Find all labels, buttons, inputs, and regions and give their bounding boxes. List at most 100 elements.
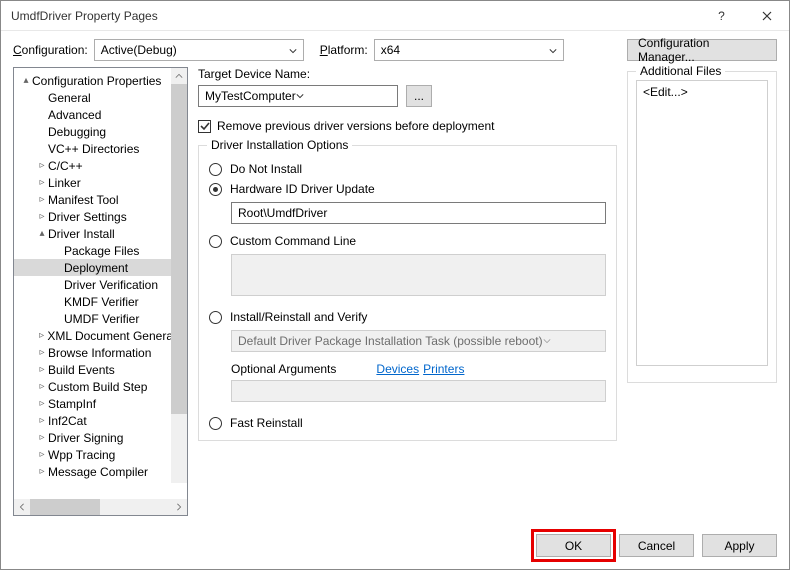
expand-icon[interactable]: ▹ xyxy=(36,381,48,392)
tree-item-driver-install[interactable]: ▴Driver Install xyxy=(14,225,187,242)
tree-item-browse-information[interactable]: ▹Browse Information xyxy=(14,344,187,361)
help-button[interactable]: ? xyxy=(699,1,744,31)
tree-item-build-events[interactable]: ▹Build Events xyxy=(14,361,187,378)
expand-icon[interactable]: ▹ xyxy=(36,211,48,222)
tree-item-label: Package Files xyxy=(64,244,139,258)
tree-item-xml-document-generator[interactable]: ▹XML Document Generator xyxy=(14,327,187,344)
dialog-footer: OK Cancel Apply xyxy=(1,526,789,569)
tree-item-label: Driver Signing xyxy=(48,431,123,445)
tree-item-message-compiler[interactable]: ▹Message Compiler xyxy=(14,463,187,480)
cancel-button[interactable]: Cancel xyxy=(619,534,694,557)
chevron-down-icon xyxy=(289,44,297,58)
additional-files-edit: <Edit...> xyxy=(643,85,688,99)
tree-item-label: Deployment xyxy=(64,261,128,275)
tree-item-debugging[interactable]: Debugging xyxy=(14,123,187,140)
tree-item-vc-directories[interactable]: VC++ Directories xyxy=(14,140,187,157)
tree-item-label: Linker xyxy=(48,176,81,190)
platform-select[interactable]: x64 xyxy=(374,39,564,61)
radio-fast-reinstall[interactable] xyxy=(209,417,222,430)
collapse-icon[interactable]: ▴ xyxy=(20,75,32,86)
scroll-up-icon[interactable] xyxy=(171,68,187,84)
tree-item-umdf-verifier[interactable]: UMDF Verifier xyxy=(14,310,187,327)
expand-icon[interactable]: ▹ xyxy=(36,466,48,477)
tree-item-manifest-tool[interactable]: ▹Manifest Tool xyxy=(14,191,187,208)
optional-arguments-input[interactable] xyxy=(231,380,606,402)
scroll-left-icon[interactable] xyxy=(14,499,30,515)
tree-item-kmdf-verifier[interactable]: KMDF Verifier xyxy=(14,293,187,310)
tree-item-driver-signing[interactable]: ▹Driver Signing xyxy=(14,429,187,446)
tree-item-linker[interactable]: ▹Linker xyxy=(14,174,187,191)
tree-item-label: Manifest Tool xyxy=(48,193,118,207)
tree-item-configuration-properties[interactable]: ▴Configuration Properties xyxy=(14,72,187,89)
close-button[interactable] xyxy=(744,1,789,31)
radio-label: Do Not Install xyxy=(230,162,302,176)
tree-item-wpp-tracing[interactable]: ▹Wpp Tracing xyxy=(14,446,187,463)
platform-value: x64 xyxy=(381,43,400,57)
remove-previous-checkbox[interactable] xyxy=(198,120,211,133)
hardware-id-input[interactable]: Root\UmdfDriver xyxy=(231,202,606,224)
tree-item-c-c-[interactable]: ▹C/C++ xyxy=(14,157,187,174)
tree-item-label: VC++ Directories xyxy=(48,142,139,156)
expand-icon[interactable]: ▹ xyxy=(36,177,48,188)
apply-button[interactable]: Apply xyxy=(702,534,777,557)
configuration-manager-button[interactable]: Configuration Manager... xyxy=(627,39,777,61)
expand-icon[interactable]: ▹ xyxy=(36,330,47,341)
expand-icon[interactable]: ▹ xyxy=(36,398,48,409)
radio-install-verify[interactable] xyxy=(209,311,222,324)
expand-icon[interactable]: ▹ xyxy=(36,449,48,460)
remove-previous-label: Remove previous driver versions before d… xyxy=(217,119,494,133)
scroll-right-icon[interactable] xyxy=(171,499,187,515)
expand-icon[interactable]: ▹ xyxy=(36,160,48,171)
radio-custom-command[interactable] xyxy=(209,235,222,248)
configuration-select[interactable]: Active(Debug) xyxy=(94,39,304,61)
tree-item-label: Debugging xyxy=(48,125,106,139)
target-device-combo[interactable]: MyTestComputer xyxy=(198,85,398,107)
tree-item-custom-build-step[interactable]: ▹Custom Build Step xyxy=(14,378,187,395)
tree-item-label: Message Compiler xyxy=(48,465,148,479)
tree-item-label: C/C++ xyxy=(48,159,83,173)
tree-item-label: Driver Verification xyxy=(64,278,158,292)
close-icon xyxy=(762,11,772,21)
window-title: UmdfDriver Property Pages xyxy=(11,9,699,23)
optional-arguments-label: Optional Arguments xyxy=(231,362,336,376)
hardware-id-value: Root\UmdfDriver xyxy=(238,206,327,220)
tree-item-label: Custom Build Step xyxy=(48,380,147,394)
tree-scrollbar-vertical[interactable] xyxy=(171,68,187,483)
tree-item-general[interactable]: General xyxy=(14,89,187,106)
expand-icon[interactable]: ▹ xyxy=(36,415,48,426)
radio-do-not-install[interactable] xyxy=(209,163,222,176)
browse-device-button[interactable]: ... xyxy=(406,85,432,107)
scrollbar-thumb[interactable] xyxy=(171,84,187,414)
collapse-icon[interactable]: ▴ xyxy=(36,228,48,239)
tree-item-label: KMDF Verifier xyxy=(64,295,139,309)
printers-link[interactable]: Printers xyxy=(423,362,464,376)
tree-item-label: Inf2Cat xyxy=(48,414,87,428)
tree-item-driver-verification[interactable]: Driver Verification xyxy=(14,276,187,293)
platform-label: Platform: xyxy=(320,43,368,57)
tree-item-package-files[interactable]: Package Files xyxy=(14,242,187,259)
custom-command-textarea[interactable] xyxy=(231,254,606,296)
radio-label: Custom Command Line xyxy=(230,234,356,248)
tree-item-deployment[interactable]: Deployment xyxy=(14,259,187,276)
tree-item-driver-settings[interactable]: ▹Driver Settings xyxy=(14,208,187,225)
expand-icon[interactable]: ▹ xyxy=(36,347,48,358)
devices-link[interactable]: Devices xyxy=(376,362,419,376)
property-pages-dialog: UmdfDriver Property Pages ? Configuratio… xyxy=(0,0,790,570)
target-device-value: MyTestComputer xyxy=(205,89,296,103)
expand-icon[interactable]: ▹ xyxy=(36,194,48,205)
tree-item-stampinf[interactable]: ▹StampInf xyxy=(14,395,187,412)
ok-button[interactable]: OK xyxy=(536,534,611,557)
scrollbar-thumb[interactable] xyxy=(30,499,100,515)
configuration-value: Active(Debug) xyxy=(101,43,177,57)
additional-files-legend: Additional Files xyxy=(636,64,725,78)
radio-hardware-id[interactable] xyxy=(209,183,222,196)
tree-item-inf2cat[interactable]: ▹Inf2Cat xyxy=(14,412,187,429)
additional-files-group: Additional Files <Edit...> xyxy=(627,71,777,383)
configuration-label: Configuration: xyxy=(13,43,88,57)
expand-icon[interactable]: ▹ xyxy=(36,364,48,375)
install-task-combo[interactable]: Default Driver Package Installation Task… xyxy=(231,330,606,352)
tree-item-advanced[interactable]: Advanced xyxy=(14,106,187,123)
additional-files-list[interactable]: <Edit...> xyxy=(636,80,768,366)
tree-scrollbar-horizontal[interactable] xyxy=(14,499,187,515)
expand-icon[interactable]: ▹ xyxy=(36,432,48,443)
